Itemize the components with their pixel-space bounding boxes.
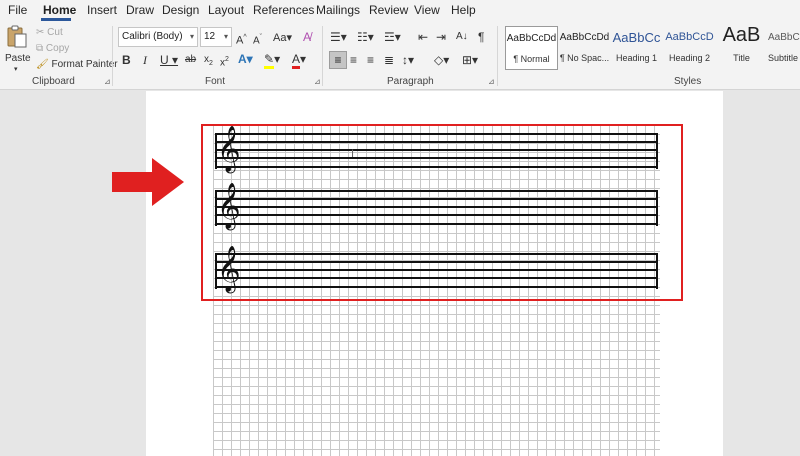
change-case-icon[interactable]: Aa▾ xyxy=(273,31,292,45)
superscript-icon[interactable]: x2 xyxy=(220,53,229,70)
borders-icon[interactable]: ⊞▾ xyxy=(462,53,478,67)
paste-dropdown-icon[interactable]: ▾ xyxy=(14,64,18,76)
paintbrush-icon: 🖌 xyxy=(36,59,49,70)
strikethrough-icon[interactable]: ab xyxy=(185,53,196,67)
paragraph-group-label: Paragraph xyxy=(387,76,434,87)
grow-font-icon[interactable]: A^ xyxy=(236,31,247,48)
group-divider xyxy=(322,26,323,86)
ribbon-tabs: File Home Insert Draw Design Layout Refe… xyxy=(0,0,800,22)
tab-insert[interactable]: Insert xyxy=(87,3,117,17)
numbering-icon[interactable]: ☷▾ xyxy=(357,30,374,44)
decrease-indent-icon[interactable]: ⇤ xyxy=(418,30,428,44)
copy-button[interactable]: ⧉ Copy xyxy=(36,43,69,55)
chevron-down-icon: ▾ xyxy=(189,32,194,41)
text-effects-icon[interactable]: A▾ xyxy=(238,52,253,66)
paragraph-dialog-launcher-icon[interactable]: ⊿ xyxy=(488,77,495,86)
underline-icon[interactable]: U ▾ xyxy=(160,53,178,67)
clear-formatting-icon[interactable]: A̸ xyxy=(303,30,311,44)
active-tab-indicator xyxy=(41,18,71,21)
tab-draw[interactable]: Draw xyxy=(126,3,154,17)
multilevel-list-icon[interactable]: ☲▾ xyxy=(384,30,401,44)
annotation-highlight-box xyxy=(201,124,683,301)
sort-icon[interactable]: A↓ xyxy=(456,30,468,44)
format-painter-button[interactable]: 🖌 Format Painter xyxy=(36,59,118,71)
increase-indent-icon[interactable]: ⇥ xyxy=(436,30,446,44)
bullets-icon[interactable]: ☰▾ xyxy=(330,30,347,44)
tab-home[interactable]: Home xyxy=(43,3,76,17)
tab-help[interactable]: Help xyxy=(451,3,476,17)
chevron-down-icon: ▾ xyxy=(223,32,228,41)
tab-file[interactable]: File xyxy=(8,3,27,17)
group-divider xyxy=(497,26,498,86)
shrink-font-icon[interactable]: Aˇ xyxy=(253,31,262,48)
font-dialog-launcher-icon[interactable]: ⊿ xyxy=(314,77,321,86)
red-arrow-icon xyxy=(112,158,184,206)
font-size-combo[interactable]: 12 ▾ xyxy=(200,27,232,47)
align-center-icon[interactable]: ≡ xyxy=(350,53,357,67)
clipboard-dialog-launcher-icon[interactable]: ⊿ xyxy=(104,77,111,86)
group-divider xyxy=(112,26,113,86)
style-no-spacing[interactable]: AaBbCcDd ¶ No Spac... xyxy=(558,26,611,70)
tab-references[interactable]: References xyxy=(253,3,314,17)
clipboard-group-label: Clipboard xyxy=(32,76,75,87)
justify-icon[interactable]: ≣ xyxy=(384,53,394,67)
align-right-icon[interactable]: ≡ xyxy=(367,53,374,67)
scissors-icon: ✂ xyxy=(36,27,45,38)
styles-group-label: Styles xyxy=(674,76,702,87)
tab-review[interactable]: Review xyxy=(369,3,408,17)
shading-icon[interactable]: ◇▾ xyxy=(434,53,449,67)
bold-icon[interactable]: B xyxy=(122,53,131,67)
line-spacing-icon[interactable]: ↕▾ xyxy=(402,53,414,67)
styles-gallery: AaBbCcDd ¶ Normal AaBbCcDd ¶ No Spac... … xyxy=(503,24,800,70)
style-heading-1[interactable]: AaBbCc Heading 1 xyxy=(610,26,663,70)
word-window: File Home Insert Draw Design Layout Refe… xyxy=(0,0,800,456)
font-group-label: Font xyxy=(205,76,226,87)
font-color-icon[interactable]: A▾ xyxy=(292,52,306,69)
show-formatting-marks-icon[interactable]: ¶ xyxy=(478,30,484,44)
italic-icon[interactable]: I xyxy=(143,53,147,67)
style-title[interactable]: AaB Title xyxy=(715,24,768,70)
paste-label: Paste xyxy=(5,53,31,64)
ribbon-home: Paste ▾ ✂ Cut ⧉ Copy 🖌 Format Painter Cl… xyxy=(0,22,800,90)
tab-mailings[interactable]: Mailings xyxy=(316,3,360,17)
style-subtitle[interactable]: AaBbCcD Subtitle xyxy=(765,26,800,70)
highlight-color-icon[interactable]: ✎▾ xyxy=(264,52,280,69)
copy-icon: ⧉ xyxy=(36,43,44,54)
style-heading-2[interactable]: AaBbCcD Heading 2 xyxy=(663,26,716,70)
tab-view[interactable]: View xyxy=(414,3,440,17)
cut-button[interactable]: ✂ Cut xyxy=(36,27,63,39)
style-normal[interactable]: AaBbCcDd ¶ Normal xyxy=(505,26,558,70)
tab-layout[interactable]: Layout xyxy=(208,3,244,17)
paste-icon xyxy=(7,25,27,48)
tab-design[interactable]: Design xyxy=(162,3,199,17)
paste-button[interactable]: Paste ▾ xyxy=(5,25,31,73)
subscript-icon[interactable]: x2 xyxy=(204,53,213,71)
font-name-combo[interactable]: Calibri (Body) ▾ xyxy=(118,27,198,47)
align-left-icon[interactable]: ≡ xyxy=(329,51,347,69)
